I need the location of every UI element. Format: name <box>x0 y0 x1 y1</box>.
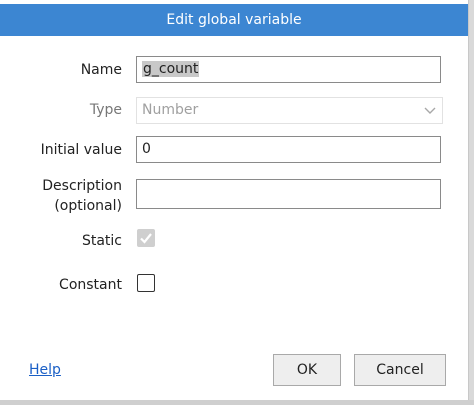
cancel-button[interactable]: Cancel <box>354 354 446 386</box>
type-select-value: Number <box>142 102 199 118</box>
constant-label: Constant <box>59 277 122 293</box>
name-input-value: g_count <box>142 61 200 77</box>
type-select[interactable]: Number <box>136 97 443 124</box>
name-input[interactable]: g_count <box>136 56 441 83</box>
description-input[interactable] <box>136 179 441 209</box>
checkmark-icon <box>140 233 152 244</box>
initial-value-label: Initial value <box>40 142 122 158</box>
static-checkbox[interactable] <box>137 229 155 247</box>
name-label: Name <box>80 62 122 78</box>
initial-value-input[interactable]: 0 <box>136 136 441 163</box>
constant-checkbox[interactable] <box>137 274 155 292</box>
description-label-line2: (optional) <box>54 198 122 214</box>
type-label: Type <box>89 102 122 118</box>
window-bottom-edge <box>0 400 474 405</box>
help-link[interactable]: Help <box>29 362 61 378</box>
ok-button[interactable]: OK <box>273 354 341 386</box>
static-label: Static <box>81 233 122 249</box>
chevron-down-icon <box>424 107 436 114</box>
description-label-line1: Description <box>42 178 122 194</box>
description-label: Description (optional) <box>42 176 122 216</box>
edit-global-variable-dialog: Edit global variable Name g_count Type N… <box>0 0 469 400</box>
initial-value-input-value: 0 <box>142 141 151 157</box>
dialog-title: Edit global variable <box>0 4 468 36</box>
